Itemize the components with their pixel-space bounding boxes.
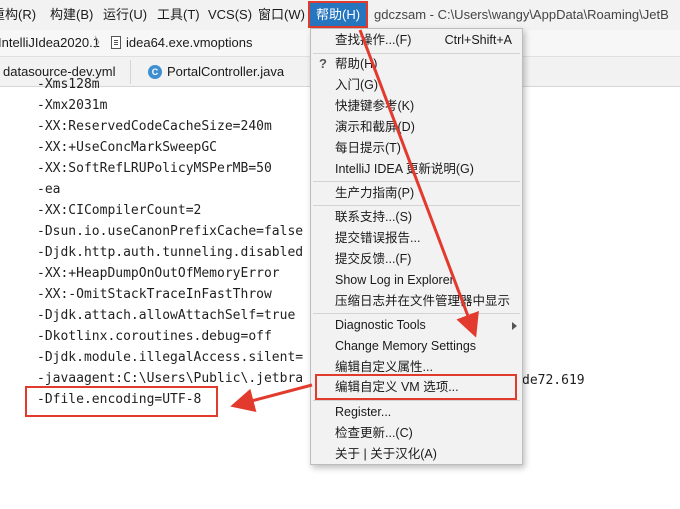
menu-item-diagnostic-tools[interactable]: Diagnostic Tools [335,315,426,335]
code-line: -Dkotlinx.coroutines.debug=off [37,329,272,344]
code-line: -XX:-OmitStackTraceInFastThrow [37,287,272,302]
code-line: -XX:CICompilerCount=2 [37,203,202,218]
menu-item-demos[interactable]: 演示和截屏(D) [335,117,415,137]
menu-item-getting-started[interactable]: 入门(G) [335,75,378,95]
code-line: -Djdk.module.illegalAccess.silent= [37,350,304,365]
menu-build[interactable]: 构建(B) [50,0,93,30]
code-line: -XX:+UseConcMarkSweepGC [37,140,218,155]
menu-separator [313,313,520,314]
breadcrumb-project[interactable]: IntelliJIdea2020.1 [0,30,100,56]
code-line: -Xmx2031m [37,98,108,113]
menu-item-change-memory-settings[interactable]: Change Memory Settings [335,336,476,356]
breadcrumb-separator: 〉 [94,35,108,50]
menu-refactor[interactable]: 重构(R) [0,0,36,30]
menu-separator [313,400,520,401]
menu-item-check-updates[interactable]: 检查更新...(C) [335,423,413,443]
tab-portal-controller[interactable]: PortalController.java [167,57,284,86]
menu-item-help[interactable]: 帮助(H) [335,54,377,74]
menu-item-about[interactable]: 关于 | 关于汉化(A) [335,444,437,464]
code-line-tail: de72.619 [522,373,585,388]
annotation-box-vm-options [315,374,517,400]
annotation-box-file-encoding [25,386,218,417]
code-line: -ea [37,182,61,197]
menu-item-submit-feedback[interactable]: 提交反馈...(F) [335,249,411,269]
menu-run[interactable]: 运行(U) [103,0,147,30]
code-line: -Xms128m [37,77,100,92]
menu-bar: 重构(R) 构建(B) 运行(U) 工具(T) VCS(S) 窗口(W) 帮助(… [0,0,680,30]
file-icon [111,36,121,49]
menu-item-keymap-reference[interactable]: 快捷键参考(K) [335,96,414,116]
code-line: -XX:ReservedCodeCacheSize=240m [37,119,272,134]
code-line: -Djdk.attach.allowAttachSelf=true [37,308,296,323]
menu-vcs[interactable]: VCS(S) [208,0,252,30]
menu-item-register[interactable]: Register... [335,402,391,422]
menu-item-tip-of-the-day[interactable]: 每日提示(T) [335,138,401,158]
menu-tools[interactable]: 工具(T) [157,0,200,30]
submenu-arrow-icon [512,322,517,330]
breadcrumb-file[interactable]: idea64.exe.vmoptions [126,30,252,56]
help-dropdown-menu: 查找操作...(F) Ctrl+Shift+A ? 帮助(H) 入门(G) 快捷… [310,28,523,465]
menu-item-find-action[interactable]: 查找操作...(F) [335,30,411,50]
window-title: gdczsam - C:\Users\wangy\AppData\Roaming… [374,7,669,22]
code-line: -Djdk.http.auth.tunneling.disabled [37,245,304,260]
menu-item-whats-new[interactable]: IntelliJ IDEA 更新说明(G) [335,159,474,179]
menu-item-compress-logs[interactable]: 压缩日志并在文件管理器中显示 [335,291,510,311]
code-line: -XX:SoftRefLRUPolicyMSPerMB=50 [37,161,272,176]
menu-item-submit-bug-report[interactable]: 提交错误报告... [335,228,420,248]
code-line: -Dsun.io.useCanonPrefixCache=false [37,224,304,239]
menu-item-contact-support[interactable]: 联系支持...(S) [335,207,412,227]
tab-divider [130,60,131,84]
code-line: -XX:+HeapDumpOnOutOfMemoryError [37,266,280,281]
help-icon: ? [319,56,327,71]
java-class-icon: C [148,65,162,79]
menu-separator [313,205,520,206]
find-action-shortcut: Ctrl+Shift+A [444,33,512,47]
menu-item-productivity-guide[interactable]: 生产力指南(P) [335,183,414,203]
menu-item-show-log[interactable]: Show Log in Explorer [335,270,454,290]
menu-help[interactable]: 帮助(H) [308,1,369,28]
menu-separator [313,181,520,182]
menu-window[interactable]: 窗口(W) [258,0,305,30]
